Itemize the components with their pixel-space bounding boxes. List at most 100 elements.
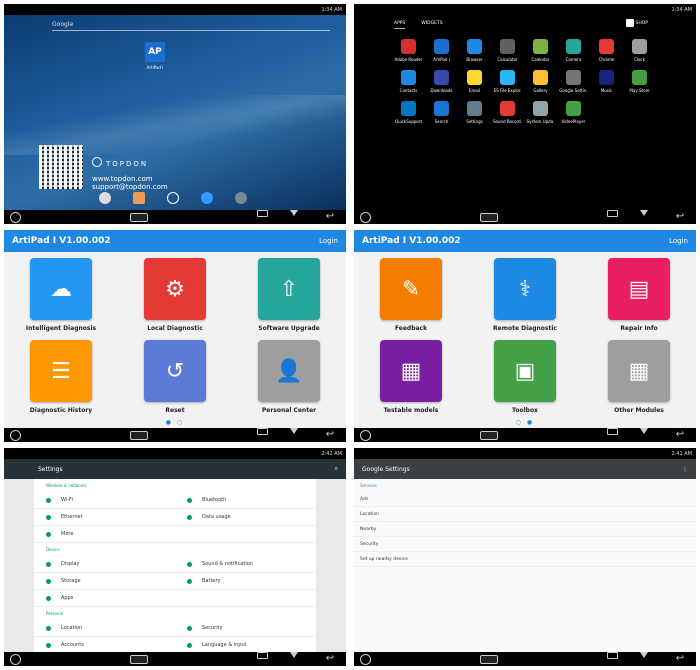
search-icon[interactable]: ⌕ xyxy=(335,465,338,473)
google-item-nearby[interactable]: Nearby xyxy=(354,522,696,537)
tile-local-diagnostic[interactable]: ⚙ Local Diagnostic xyxy=(118,258,232,332)
recents-icon[interactable] xyxy=(257,652,268,659)
screenshot-icon[interactable] xyxy=(130,654,148,664)
setting-bluetooth[interactable]: Bluetooth xyxy=(175,492,316,509)
app-browser[interactable]: Browser xyxy=(458,39,491,62)
login-button[interactable]: Login xyxy=(319,237,338,245)
repair-card-icon: ▤ xyxy=(608,258,670,320)
app-search[interactable]: Search xyxy=(425,101,458,124)
tile-feedback[interactable]: ✎ Feedback xyxy=(354,258,468,332)
back-icon[interactable]: ↩ xyxy=(320,652,340,666)
tile-software-upgrade[interactable]: ⇧ Software Upgrade xyxy=(232,258,346,332)
app-settings[interactable]: Settings xyxy=(458,101,491,124)
tile-toolbox[interactable]: ▣ Toolbox xyxy=(468,340,582,414)
setting-battery[interactable]: Battery xyxy=(175,573,316,590)
tile-reset[interactable]: ↺ Reset xyxy=(118,340,232,414)
app-google-settin[interactable]: Google Settin. xyxy=(557,70,590,93)
setting-ethernet[interactable]: Ethernet xyxy=(34,509,175,526)
recents-icon[interactable] xyxy=(607,210,618,217)
tile-repair-info[interactable]: ▤ Repair Info xyxy=(582,258,696,332)
overflow-menu-icon[interactable]: ⋮ xyxy=(682,466,688,473)
google-item-ads[interactable]: Ads xyxy=(354,492,696,507)
home-icon[interactable] xyxy=(640,210,648,216)
topdon-home-icon[interactable] xyxy=(10,211,21,223)
google-settings-panel: 2:41 AM Google Settings ⋮ Services Ads Loc… xyxy=(354,448,696,666)
app-contacts[interactable]: Contacts xyxy=(392,70,425,93)
login-button[interactable]: Login xyxy=(669,237,688,245)
back-icon[interactable]: ↩ xyxy=(670,428,690,442)
app-drawer-icon[interactable] xyxy=(167,192,179,204)
back-icon[interactable]: ↩ xyxy=(320,210,340,224)
google-search-bar[interactable]: Google xyxy=(52,21,330,31)
tab-apps[interactable]: APPS xyxy=(394,21,406,29)
google-item-location[interactable]: Location xyxy=(354,507,696,522)
google-item-set-up-nearby-device[interactable]: Set up nearby device xyxy=(354,552,696,567)
setting-location[interactable]: Location xyxy=(34,620,175,637)
app-sound-record[interactable]: Sound Record. xyxy=(491,101,524,124)
setting-apps[interactable]: Apps xyxy=(34,590,175,607)
app-play-store[interactable]: Play Store xyxy=(623,70,656,93)
app-quicksupport[interactable]: QuickSupport xyxy=(392,101,425,124)
settings-icon[interactable] xyxy=(235,192,247,204)
setting-sound-notification[interactable]: Sound & notification xyxy=(175,556,316,573)
tile-diagnostic-history[interactable]: ☰ Diagnostic History xyxy=(4,340,118,414)
screenshot-icon[interactable] xyxy=(480,654,498,664)
topdon-home-icon[interactable] xyxy=(360,653,371,665)
contact-info: www.topdon.com support@topdon.com xyxy=(92,175,168,191)
back-icon[interactable]: ↩ xyxy=(670,652,690,666)
app-artipad-i[interactable]: ArtiPad I xyxy=(425,39,458,62)
app-gallery[interactable]: Gallery xyxy=(524,70,557,93)
home-icon[interactable] xyxy=(640,652,648,658)
screenshot-icon[interactable] xyxy=(480,212,498,222)
app-calendar[interactable]: Calendar xyxy=(524,39,557,62)
setting-display[interactable]: Display xyxy=(34,556,175,573)
tile-other-modules[interactable]: ▦ Other Modules xyxy=(582,340,696,414)
shop-link[interactable]: SHOP xyxy=(636,21,649,26)
topdon-home-icon[interactable] xyxy=(360,429,371,441)
topdon-home-icon[interactable] xyxy=(10,429,21,441)
recents-icon[interactable] xyxy=(257,210,268,217)
home-icon[interactable] xyxy=(290,210,298,216)
screenshot-icon[interactable] xyxy=(480,430,498,440)
tile-personal-center[interactable]: 👤 Personal Center xyxy=(232,340,346,414)
tile-remote-diagnostic[interactable]: ⚕ Remote Diagnostic xyxy=(468,258,582,332)
app-music[interactable]: Music xyxy=(590,70,623,93)
app-chrome[interactable]: Chrome xyxy=(590,39,623,62)
topdon-home-icon[interactable] xyxy=(360,211,371,223)
recents-icon[interactable] xyxy=(257,428,268,435)
tile-intelligent-diagnosis[interactable]: ☁ Intelligent Diagnosis xyxy=(4,258,118,332)
artipad-app-icon[interactable]: AP xyxy=(145,42,165,62)
app-email[interactable]: Email xyxy=(458,70,491,93)
screenshot-icon[interactable] xyxy=(130,430,148,440)
setting-data-usage[interactable]: Data usage xyxy=(175,509,316,526)
app-system-upda[interactable]: System Upda. xyxy=(524,101,557,124)
app-calculator[interactable]: Calculator xyxy=(491,39,524,62)
tab-widgets[interactable]: WIDGETS xyxy=(421,21,442,29)
gallery-icon[interactable] xyxy=(133,192,145,204)
setting-security[interactable]: Security xyxy=(175,620,316,637)
app-es-file-explor[interactable]: ES File Explor. xyxy=(491,70,524,93)
app-videoplayer[interactable]: VideoPlayer xyxy=(557,101,590,124)
topdon-home-icon[interactable] xyxy=(10,653,21,665)
setting-more[interactable]: More xyxy=(34,526,175,543)
setting-storage[interactable]: Storage xyxy=(34,573,175,590)
dock-app-icon[interactable] xyxy=(99,192,111,204)
screenshot-icon[interactable] xyxy=(130,212,148,222)
home-icon[interactable] xyxy=(640,428,648,434)
google-item-security[interactable]: Security xyxy=(354,537,696,552)
app-camera[interactable]: Camera xyxy=(557,39,590,62)
section-header: Wireless & networks xyxy=(46,483,87,488)
home-icon[interactable] xyxy=(290,428,298,434)
recents-icon[interactable] xyxy=(607,428,618,435)
back-icon[interactable]: ↩ xyxy=(320,428,340,442)
app-adobe-reader[interactable]: Adobe Reader xyxy=(392,39,425,62)
back-icon[interactable]: ↩ xyxy=(670,210,690,224)
setting-wi-fi[interactable]: Wi-Fi xyxy=(34,492,175,509)
recents-icon[interactable] xyxy=(607,652,618,659)
shop-icon[interactable] xyxy=(626,19,634,27)
browser-icon[interactable] xyxy=(201,192,213,204)
app-clock[interactable]: Clock xyxy=(623,39,656,62)
home-icon[interactable] xyxy=(290,652,298,658)
tile-testable-models[interactable]: ▦ Testable models xyxy=(354,340,468,414)
app-downloads[interactable]: Downloads xyxy=(425,70,458,93)
